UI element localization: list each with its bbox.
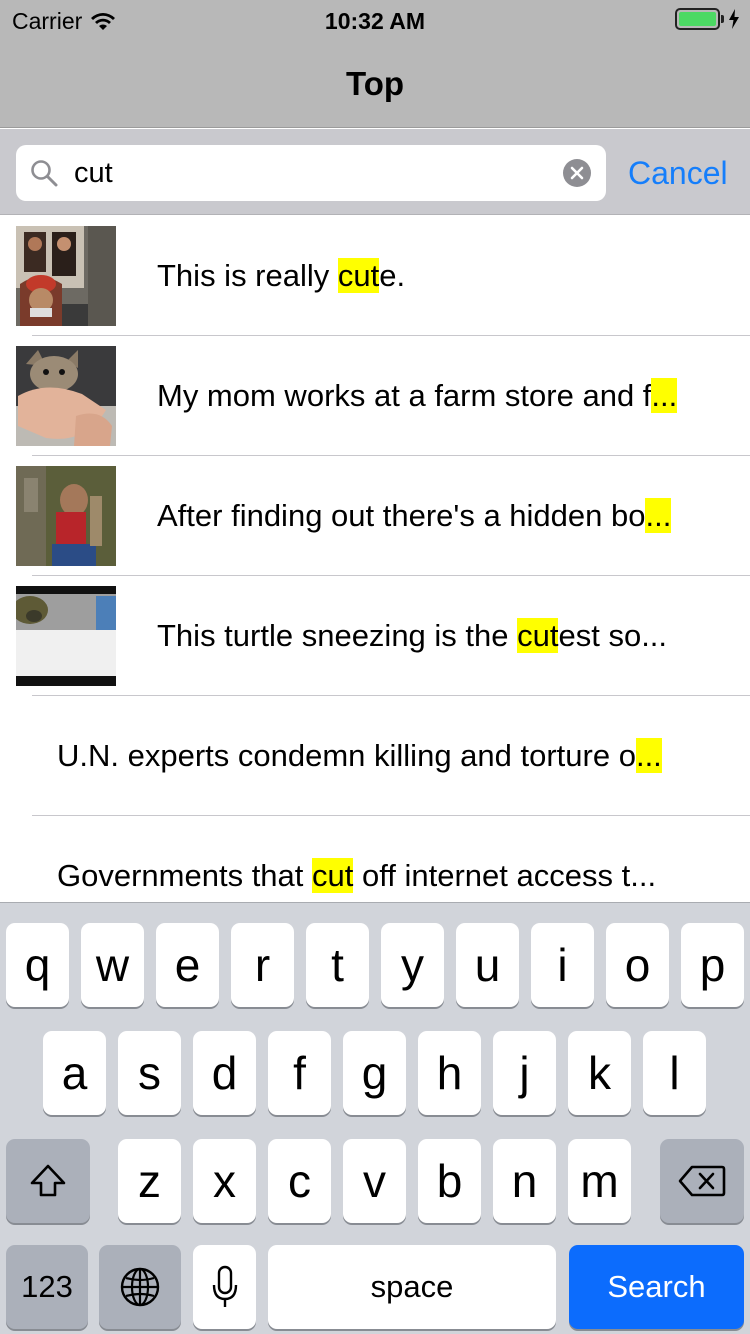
title-text: est so... <box>558 618 668 653</box>
result-title: U.N. experts condemn killing and torture… <box>57 696 730 816</box>
result-row[interactable]: My mom works at a farm store and f... <box>0 336 750 456</box>
numbers-key[interactable]: 123 <box>6 1245 88 1329</box>
status-battery <box>675 8 740 30</box>
key-a[interactable]: a <box>43 1031 106 1115</box>
key-v[interactable]: v <box>343 1139 406 1223</box>
key-z[interactable]: z <box>118 1139 181 1223</box>
result-thumbnail <box>16 586 116 686</box>
globe-icon <box>120 1267 160 1307</box>
key-x[interactable]: x <box>193 1139 256 1223</box>
key-y[interactable]: y <box>381 923 444 1007</box>
key-m[interactable]: m <box>568 1139 631 1223</box>
clear-search-icon[interactable] <box>563 159 591 187</box>
result-row[interactable]: This turtle sneezing is the cutest so... <box>0 576 750 696</box>
result-thumbnail <box>16 466 116 566</box>
title-text: Governments that <box>57 858 313 893</box>
search-key[interactable]: Search <box>569 1245 744 1329</box>
key-f[interactable]: f <box>268 1031 331 1115</box>
delete-key[interactable] <box>660 1139 744 1223</box>
title-text: This is really <box>157 258 338 293</box>
search-input[interactable]: cut <box>16 145 606 201</box>
dictation-key[interactable] <box>193 1245 256 1329</box>
key-l[interactable]: l <box>643 1031 706 1115</box>
title-text: This turtle sneezing is the <box>157 618 518 653</box>
title-text: e. <box>379 258 406 293</box>
search-icon <box>31 160 58 187</box>
key-q[interactable]: q <box>6 923 69 1007</box>
result-title: This turtle sneezing is the cutest so... <box>157 576 730 696</box>
match-highlight: cut <box>517 618 559 653</box>
match-highlight: cut <box>312 858 354 893</box>
key-w[interactable]: w <box>81 923 144 1007</box>
match-highlight: ... <box>651 378 678 413</box>
search-query-text: cut <box>74 157 113 189</box>
title-text: After finding out there's a hidden bo <box>157 498 646 533</box>
space-key[interactable]: space <box>268 1245 556 1329</box>
shift-key[interactable] <box>6 1139 90 1223</box>
key-n[interactable]: n <box>493 1139 556 1223</box>
cancel-button[interactable]: Cancel <box>628 145 728 201</box>
key-k[interactable]: k <box>568 1031 631 1115</box>
battery-icon <box>675 8 720 30</box>
match-highlight: ... <box>635 738 662 773</box>
key-b[interactable]: b <box>418 1139 481 1223</box>
search-bar: cut Cancel <box>0 129 750 215</box>
title-text: My mom works at a farm store and f <box>157 378 652 413</box>
key-d[interactable]: d <box>193 1031 256 1115</box>
shift-icon <box>30 1164 66 1197</box>
result-title: My mom works at a farm store and f... <box>157 336 730 456</box>
key-h[interactable]: h <box>418 1031 481 1115</box>
result-row[interactable]: Governments that cut off internet access… <box>0 816 750 902</box>
key-i[interactable]: i <box>531 923 594 1007</box>
page-title: Top <box>345 65 405 102</box>
key-r[interactable]: r <box>231 923 294 1007</box>
result-thumbnail <box>16 346 116 446</box>
result-thumbnail <box>16 226 116 326</box>
navigation-header: Carrier 10:32 AM Top <box>0 0 750 128</box>
result-row[interactable]: U.N. experts condemn killing and torture… <box>0 696 750 816</box>
key-o[interactable]: o <box>606 923 669 1007</box>
match-highlight: cut <box>337 258 380 293</box>
result-title: Governments that cut off internet access… <box>57 816 730 902</box>
match-highlight: ... <box>645 498 672 533</box>
globe-key[interactable] <box>99 1245 181 1329</box>
key-t[interactable]: t <box>306 923 369 1007</box>
key-s[interactable]: s <box>118 1031 181 1115</box>
result-row[interactable]: This is really cute. <box>0 216 750 336</box>
key-c[interactable]: c <box>268 1139 331 1223</box>
search-results-list: This is really cute. My mom works at a f… <box>0 216 750 902</box>
key-p[interactable]: p <box>681 923 744 1007</box>
backspace-icon <box>678 1165 726 1197</box>
key-g[interactable]: g <box>343 1031 406 1115</box>
charging-icon <box>729 9 739 29</box>
result-row[interactable]: After finding out there's a hidden bo... <box>0 456 750 576</box>
result-title: After finding out there's a hidden bo... <box>157 456 730 576</box>
keyboard: qwertyuiop asdfghjkl zxcvbnm 123 space Sear… <box>0 902 750 1334</box>
microphone-icon <box>212 1265 237 1307</box>
key-u[interactable]: u <box>456 923 519 1007</box>
key-e[interactable]: e <box>156 923 219 1007</box>
title-text: U.N. experts condemn killing and torture… <box>57 738 636 773</box>
status-time: 10:32 AM <box>324 8 426 34</box>
title-text: off internet access t... <box>353 858 657 893</box>
result-title: This is really cute. <box>157 216 730 336</box>
key-j[interactable]: j <box>493 1031 556 1115</box>
